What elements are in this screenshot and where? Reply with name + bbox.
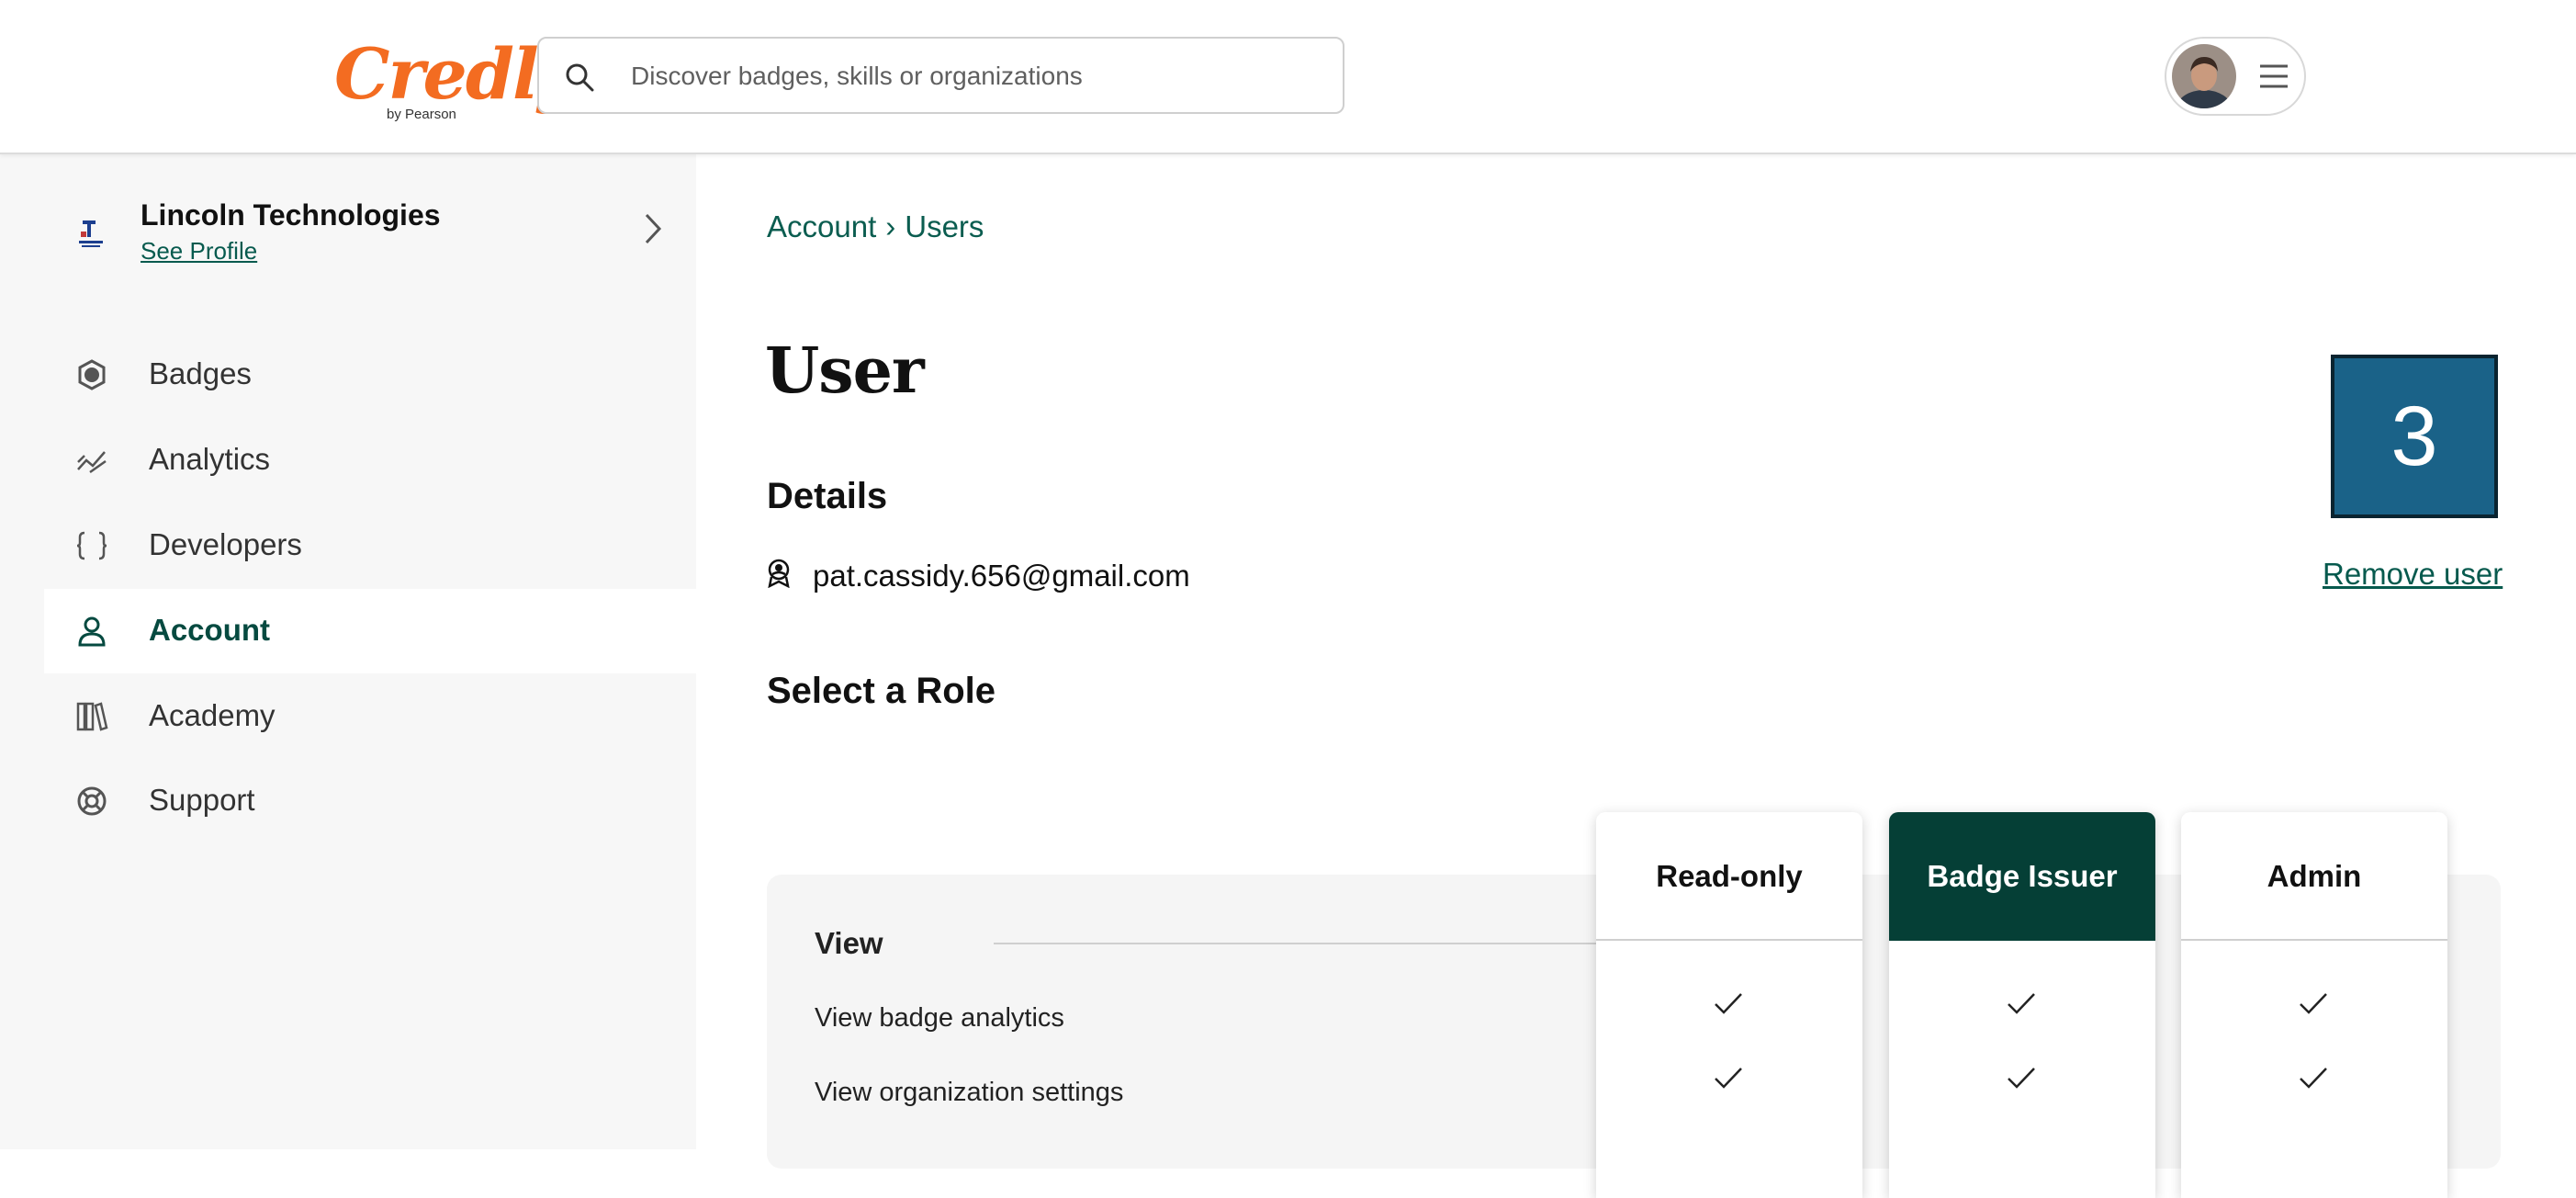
sidebar-item-label: Academy <box>149 698 276 732</box>
sidebar-item-support[interactable]: Support <box>44 759 696 843</box>
sidebar-item-developers[interactable]: Developers <box>44 503 696 588</box>
remove-user-link[interactable]: Remove user <box>2323 557 2503 592</box>
sidebar-item-account[interactable]: Account <box>44 589 696 673</box>
check-icon <box>2008 993 2035 1014</box>
breadcrumb-account-link[interactable]: Account <box>767 209 876 244</box>
role-option-admin[interactable]: Admin <box>2181 812 2447 1198</box>
sidebar-item-label: Account <box>149 613 270 647</box>
avatar[interactable] <box>2172 44 2236 108</box>
check-icon <box>2300 993 2327 1014</box>
sidebar-item-label: Support <box>149 783 255 817</box>
see-profile-link[interactable]: See Profile <box>141 237 257 266</box>
sidebar-item-label: Analytics <box>149 442 271 476</box>
role-header: Read-only <box>1596 812 1862 941</box>
check-icon <box>2300 1068 2327 1089</box>
role-header: Admin <box>2181 812 2447 941</box>
search-icon <box>566 63 594 92</box>
role-header: Badge Issuer <box>1889 812 2155 941</box>
organization-switcher[interactable]: Lincoln Technologies See Profile <box>44 198 678 272</box>
sidebar-item-label: Badges <box>149 356 252 390</box>
credly-logo[interactable]: Credly by Pearson <box>334 33 578 129</box>
page-title: User <box>765 334 925 408</box>
lifebuoy-icon <box>77 786 107 816</box>
user-email: pat.cassidy.656@gmail.com <box>813 559 1190 593</box>
code-braces-icon <box>76 531 107 560</box>
sidebar-item-label: Developers <box>149 527 302 561</box>
hamburger-menu-icon <box>2260 64 2288 88</box>
organization-name: Lincoln Technologies <box>141 198 441 232</box>
sidebar-item-analytics[interactable]: Analytics <box>44 418 696 503</box>
top-header: Credly by Pearson <box>0 0 2576 154</box>
search-input[interactable] <box>629 39 1312 114</box>
section-divider <box>994 943 1596 944</box>
role-option-badge-issuer[interactable]: Badge Issuer <box>1889 812 2155 1198</box>
check-icon <box>1715 1068 1742 1089</box>
person-icon <box>78 616 106 647</box>
badge-icon <box>78 359 106 390</box>
analytics-icon <box>77 451 107 474</box>
permission-row-label: View organization settings <box>815 1078 1124 1107</box>
permission-row-label: View badge analytics <box>815 1003 1064 1033</box>
user-badge-icon <box>768 559 790 588</box>
logo-subtitle: by Pearson <box>387 107 456 122</box>
search-box[interactable] <box>537 37 1344 114</box>
sidebar-item-badges[interactable]: Badges <box>44 333 696 417</box>
check-icon <box>1715 993 1742 1014</box>
sidebar: Lincoln Technologies See Profile Badges … <box>0 154 696 1149</box>
user-menu-button[interactable] <box>2165 37 2306 116</box>
check-icon <box>2008 1068 2035 1089</box>
breadcrumb-separator: › <box>885 209 896 243</box>
breadcrumb-users-link[interactable]: Users <box>905 209 984 244</box>
sidebar-item-academy[interactable]: Academy <box>44 674 696 759</box>
breadcrumb: Account › Users <box>767 209 984 244</box>
organization-logo <box>79 220 103 247</box>
overlay-counter-badge: 3 <box>2331 355 2498 518</box>
books-icon <box>76 702 108 731</box>
role-option-read-only[interactable]: Read-only <box>1596 812 1862 1198</box>
details-heading: Details <box>767 476 888 516</box>
select-role-heading: Select a Role <box>767 671 996 711</box>
chevron-right-icon <box>645 213 662 244</box>
permission-section-title: View <box>815 926 883 960</box>
